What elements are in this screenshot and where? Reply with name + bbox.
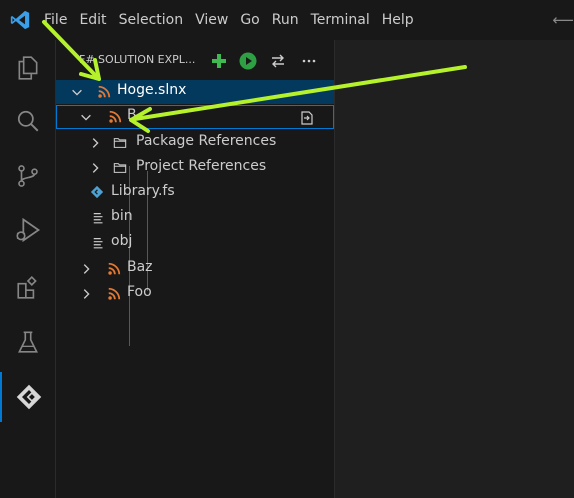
chevron-right-icon[interactable] bbox=[88, 136, 102, 150]
menu-bar: File Edit Selection View Go Run Terminal… bbox=[38, 0, 420, 40]
add-project-button[interactable] bbox=[209, 51, 229, 71]
activity-extensions[interactable] bbox=[0, 263, 55, 313]
tree-item-label: obj bbox=[111, 233, 133, 249]
tree-item-label: Package References bbox=[136, 133, 277, 149]
rss-icon bbox=[108, 262, 121, 275]
files-icon bbox=[18, 56, 37, 80]
menu-view[interactable]: View bbox=[189, 0, 234, 40]
search-icon bbox=[17, 110, 38, 132]
arrow-left-icon[interactable]: ⟵ bbox=[552, 11, 574, 29]
chevron-right-icon[interactable] bbox=[79, 287, 93, 301]
vscode-logo-icon[interactable] bbox=[9, 9, 31, 31]
tree-item-label: bin bbox=[111, 208, 133, 224]
chevron-down-icon[interactable] bbox=[70, 85, 84, 99]
activity-source-control[interactable] bbox=[0, 151, 55, 201]
menu-edit[interactable]: Edit bbox=[73, 0, 112, 40]
menu-help[interactable]: Help bbox=[376, 0, 420, 40]
sync-icon bbox=[272, 54, 284, 68]
list-icon bbox=[93, 238, 103, 249]
activity-run-debug[interactable] bbox=[0, 205, 55, 255]
go-to-file-icon[interactable] bbox=[299, 110, 315, 126]
run-icon bbox=[239, 52, 257, 70]
list-icon bbox=[93, 213, 103, 224]
editor-area[interactable] bbox=[335, 40, 574, 498]
tree-item-library-fs[interactable]: Library.fs bbox=[56, 181, 334, 205]
solution-explorer-panel: F# SOLUTION EXPL... Hoge.slnx B Package … bbox=[56, 40, 335, 498]
menu-file[interactable]: File bbox=[38, 0, 73, 40]
ionide-icon bbox=[16, 384, 41, 410]
activity-testing[interactable] bbox=[0, 317, 55, 367]
add-icon bbox=[212, 54, 226, 68]
folder-icon bbox=[113, 163, 127, 173]
folder-icon bbox=[113, 138, 127, 148]
tree-item-project-references[interactable]: Project References bbox=[56, 156, 334, 180]
sidebar-header: F# SOLUTION EXPL... bbox=[56, 48, 334, 74]
run-project-button[interactable] bbox=[238, 51, 258, 71]
chevron-right-icon[interactable] bbox=[88, 161, 102, 175]
tree-item-label: Hoge.slnx bbox=[117, 82, 187, 98]
more-actions-button[interactable] bbox=[299, 51, 319, 71]
activity-explorer[interactable] bbox=[0, 43, 55, 93]
sidebar-title-text: SOLUTION EXPL... bbox=[98, 53, 196, 66]
run-debug-icon bbox=[15, 217, 40, 243]
tree-item-project-baz[interactable]: Baz bbox=[56, 257, 334, 281]
activity-solution-explorer[interactable] bbox=[0, 372, 55, 422]
tree-item-solution[interactable]: Hoge.slnx bbox=[56, 80, 334, 104]
fsharp-file-icon bbox=[90, 185, 104, 199]
menu-selection[interactable]: Selection bbox=[113, 0, 190, 40]
activity-search[interactable] bbox=[0, 96, 55, 146]
menu-terminal[interactable]: Terminal bbox=[305, 0, 376, 40]
tree-item-label: Project References bbox=[136, 158, 267, 174]
extensions-icon bbox=[16, 275, 37, 299]
tree-item-obj[interactable]: obj bbox=[56, 231, 334, 255]
activity-bar bbox=[0, 40, 56, 498]
title-bar: File Edit Selection View Go Run Terminal… bbox=[0, 0, 574, 40]
rss-icon bbox=[109, 110, 122, 123]
rss-icon bbox=[108, 287, 121, 300]
chevron-down-icon[interactable] bbox=[79, 110, 93, 124]
sidebar-title-prefix: F# bbox=[79, 53, 95, 66]
sync-button[interactable] bbox=[268, 51, 288, 71]
tree-item-label: Foo bbox=[127, 284, 152, 300]
tree-item-project-foo[interactable]: Foo bbox=[56, 282, 334, 306]
menu-run[interactable]: Run bbox=[266, 0, 305, 40]
beaker-icon bbox=[17, 331, 38, 353]
chevron-right-icon[interactable] bbox=[79, 262, 93, 276]
source-control-icon bbox=[17, 165, 38, 187]
menu-go[interactable]: Go bbox=[234, 0, 265, 40]
tree-item-label: Library.fs bbox=[111, 183, 175, 199]
sidebar-title: F# SOLUTION EXPL... bbox=[79, 53, 211, 66]
tree-item-label: Baz bbox=[127, 259, 153, 275]
tree-item-bin[interactable]: bin bbox=[56, 206, 334, 230]
tree-item-project-b[interactable]: B bbox=[56, 105, 334, 129]
tree-item-label: B bbox=[127, 107, 137, 123]
more-icon bbox=[302, 59, 316, 63]
tree-item-package-references[interactable]: Package References bbox=[56, 131, 334, 155]
rss-icon bbox=[98, 85, 111, 98]
